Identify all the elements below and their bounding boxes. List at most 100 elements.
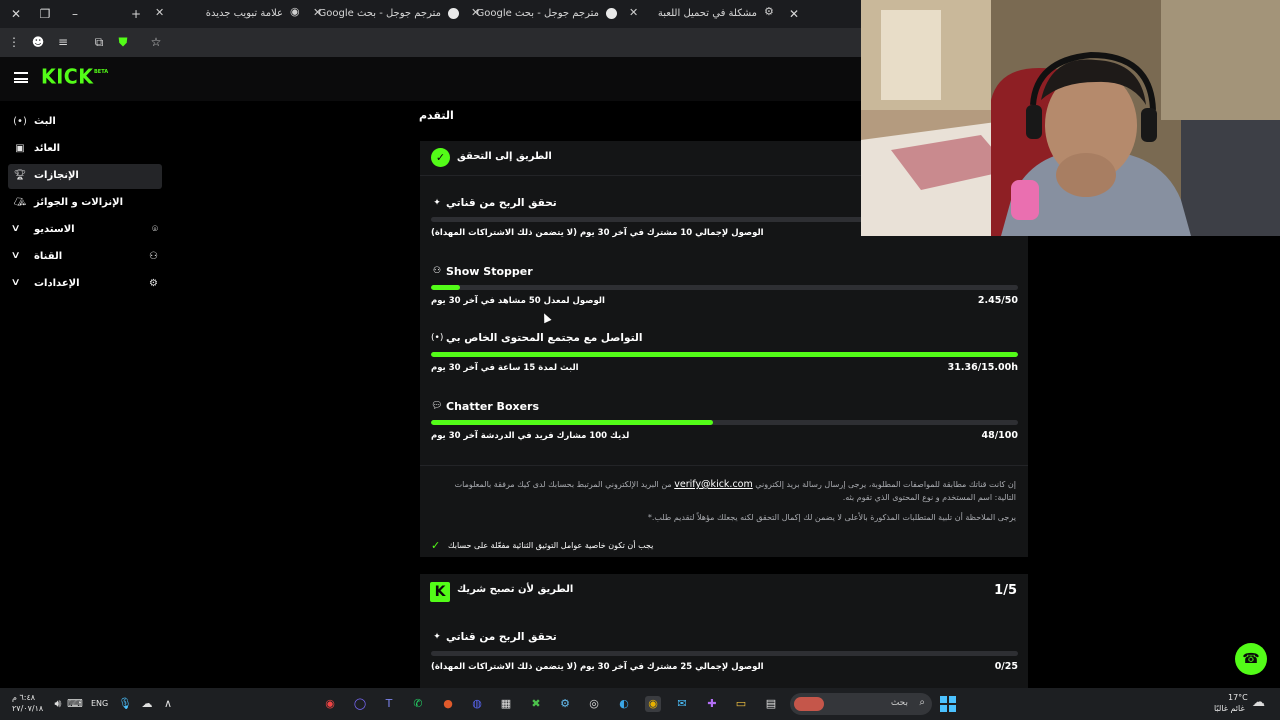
verify-email-link[interactable]: verify@kick.com [674, 479, 753, 490]
drops-icon: ⛺︎ [13, 197, 27, 208]
verification-info: إن كانت قناتك مطابقة للمواصفات المطلوبة،… [420, 465, 1028, 557]
discord-icon[interactable]: ◍ [469, 696, 485, 712]
browser-menu-icon[interactable]: ⋮ [6, 34, 22, 50]
app-icon[interactable]: ✚ [704, 696, 720, 712]
sidebar-item-label: الإنجازات [34, 170, 79, 181]
tab-close-icon[interactable]: ✕ [786, 6, 802, 22]
card-title: الطريق لأن تصبح شريك [457, 584, 574, 595]
beta-badge: BETA [94, 69, 109, 75]
tab-close-icon[interactable]: ✕ [629, 6, 641, 19]
chrome-icon[interactable]: ◉ [645, 696, 661, 712]
dashboard-sidebar: (•) البث ▣ العائد 🏆︎ الإنجازات ⛺︎ الإنزا… [0, 103, 170, 688]
extensions-icon[interactable]: ⧉ [91, 34, 107, 50]
sidebar-item-settings[interactable]: ∨ الإعدادات ⚙ [8, 272, 162, 297]
achievement-item: ⚇ Show Stopper الوصول لمعدل 50 مشاهد في … [431, 264, 1018, 330]
broadcast-icon: (•) [431, 333, 444, 343]
sidebar-item-stream[interactable]: (•) البث [8, 110, 162, 135]
chevron-down-icon: ∨ [10, 277, 21, 288]
network-icon[interactable]: ⌨ [67, 696, 83, 712]
partner-progress-count: 1/5 [994, 583, 1017, 598]
profile-avatar-icon[interactable]: ☻ [30, 34, 46, 50]
broadcast-icon: (•) [13, 116, 27, 127]
restore-window-icon[interactable]: ❐ [37, 6, 53, 22]
studio-icon: ⌾ [152, 224, 158, 235]
file-explorer-icon[interactable]: ▭ [733, 696, 749, 712]
page-title: التقدم [419, 109, 454, 122]
verification-instructions: إن كانت قناتك مطابقة للمواصفات المطلوبة،… [454, 479, 1016, 502]
language-indicator[interactable]: ENG [91, 699, 108, 708]
browser-tab-active[interactable]: ✕ مشكلة في تحميل اللعبة ⚙ [629, 4, 779, 24]
sidebar-item-label: العائد [34, 143, 61, 154]
app-icon[interactable]: ◉ [322, 696, 338, 712]
sidebar-item-channel[interactable]: ∨ القناة ⚇ [8, 245, 162, 270]
kick-k-icon: K [430, 582, 450, 602]
kick-icon: ⚙ [764, 5, 774, 18]
chevron-up-icon[interactable]: ∧ [160, 696, 176, 712]
sidebar-item-drops[interactable]: ⛺︎ الإنزالات و الجوائز [8, 191, 162, 216]
minimize-window-icon[interactable]: – [67, 6, 83, 22]
achievement-title: Chatter Boxers [446, 400, 540, 413]
achievement-progress-value: 0/25 [994, 661, 1018, 672]
sidebar-item-label: الإعدادات [34, 278, 80, 289]
weather-temperature[interactable]: 17°C [1228, 693, 1248, 702]
app-icon[interactable]: ◯ [352, 696, 368, 712]
shield-extension-icon[interactable]: ⛊ [115, 34, 131, 50]
achievement-description: البث لمدة 15 ساعة في آخر 30 يوم [431, 363, 579, 373]
achievement-description: الوصول لإجمالي 10 مشترك في آخر 30 يوم (ل… [431, 228, 764, 238]
card-header: K الطريق لأن تصبح شريك 1/5 [420, 574, 1028, 610]
browser-tab[interactable]: ✕ مترجم جوجل - بحث Google [471, 4, 621, 24]
reading-list-icon[interactable]: ≡ [55, 34, 71, 50]
store-icon[interactable]: ▦ [498, 696, 514, 712]
two-factor-requirement: يجب أن تكون خاصية عوامل التوثيق الثنائية… [448, 541, 654, 550]
app-icon[interactable]: ◎ [586, 696, 602, 712]
achievement-title: Show Stopper [446, 265, 533, 278]
sidebar-item-label: البث [34, 116, 56, 127]
channel-icon: ⚇ [149, 251, 158, 262]
teams-icon[interactable]: T [381, 696, 397, 712]
achievement-item: 💬︎ Chatter Boxers لديك 100 مشارك فريد في… [431, 399, 1018, 465]
sidebar-item-label: الإنزالات و الجوائز [34, 197, 124, 208]
system-clock[interactable]: ٦:٤٨ م ٢٧/٠٧/١٨ [12, 692, 43, 714]
sidebar-item-revenue[interactable]: ▣ العائد [8, 137, 162, 162]
sidebar-item-label: الاستديو [34, 224, 75, 235]
google-icon [448, 8, 459, 19]
xbox-icon[interactable]: ✖ [528, 696, 544, 712]
taskbar-search[interactable]: بحث ⌕ [790, 693, 932, 715]
sparkle-icon: ✦ [433, 632, 441, 642]
search-highlight-image [794, 697, 824, 711]
edge-icon[interactable]: ◐ [616, 696, 632, 712]
microphone-icon[interactable]: 🎙︎ [117, 696, 133, 712]
mail-icon[interactable]: ✉ [674, 696, 690, 712]
browser-tab[interactable]: ✕ علامة تبويب جديدة ◉ [155, 4, 305, 24]
sidebar-item-achievements[interactable]: 🏆︎ الإنجازات [8, 164, 162, 189]
whatsapp-icon[interactable]: ✆ [410, 696, 426, 712]
bookmark-star-icon[interactable]: ☆ [148, 34, 164, 50]
kick-logo[interactable]: KICK [41, 65, 93, 89]
achievement-description: الوصول لإجمالي 25 مشترك في آخر 30 يوم (ل… [431, 662, 764, 672]
card-title: الطريق إلى التحقق [457, 151, 552, 162]
app-icon[interactable]: ▤ [763, 696, 779, 712]
close-window-icon[interactable]: ✕ [8, 6, 24, 22]
achievement-item: (•) التواصل مع مجتمع المحتوى الخاص بي ال… [431, 331, 1018, 397]
tab-close-icon[interactable]: ✕ [155, 6, 167, 19]
sidebar-item-label: القناة [34, 251, 63, 262]
hamburger-menu-icon[interactable] [14, 72, 28, 83]
weather-description[interactable]: غائم غالبًا [1214, 704, 1245, 713]
support-chat-button[interactable]: ☎ [1235, 643, 1267, 675]
achievement-description: الوصول لمعدل 50 مشاهد في آخر 30 يوم [431, 296, 605, 306]
new-tab-icon[interactable]: + [128, 6, 144, 22]
onedrive-icon[interactable]: ☁ [139, 696, 155, 712]
chat-icon: 💬︎ [431, 401, 443, 411]
progress-bar [431, 420, 1018, 425]
windows-start-button[interactable] [940, 696, 956, 712]
progress-bar [431, 285, 1018, 290]
volume-icon[interactable]: 🔊︎ [50, 696, 66, 712]
chrome-icon: ◉ [290, 5, 300, 18]
trophy-icon: 🏆︎ [13, 170, 27, 181]
browser-tab[interactable]: ✕ مترجم جوجل - بحث Google [313, 4, 463, 24]
app-icon[interactable]: ● [440, 696, 456, 712]
verification-note: يرجى الملاحظة أن تلبية المتطلبات المذكور… [647, 513, 1016, 522]
steam-icon[interactable]: ⚙ [557, 696, 573, 712]
achievement-title: التواصل مع مجتمع المحتوى الخاص بي [446, 332, 643, 344]
sidebar-item-studio[interactable]: ∨ الاستديو ⌾ [8, 218, 162, 243]
